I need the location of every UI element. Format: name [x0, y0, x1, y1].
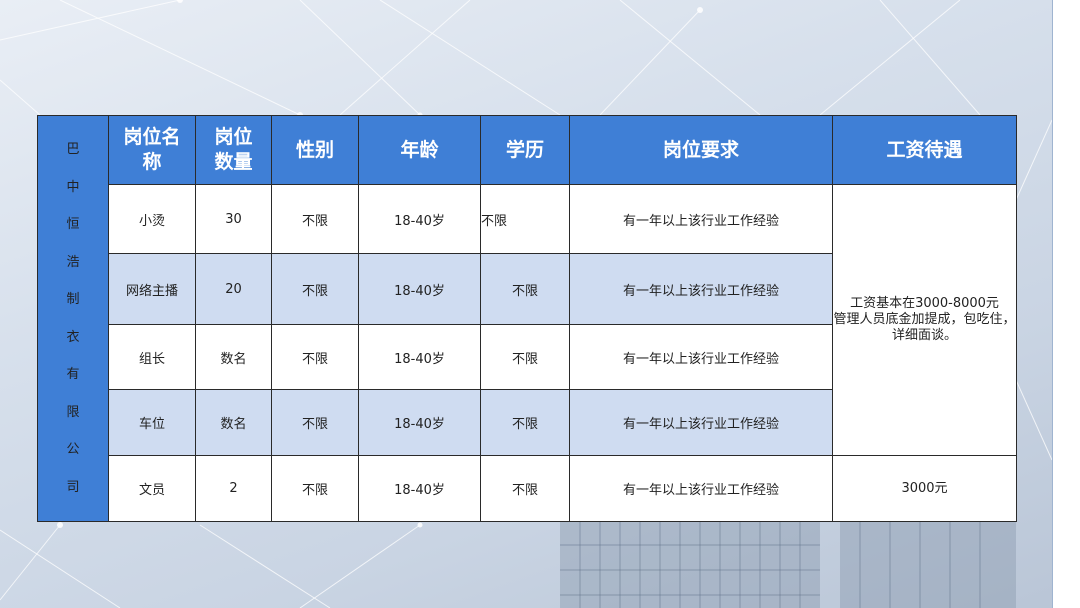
cell-education: 不限 [480, 253, 570, 325]
company-char: 有 [66, 367, 80, 382]
header-quantity-line2: 数量 [214, 151, 253, 173]
cell-requirement: 有一年以上该行业工作经验 [569, 389, 833, 456]
cell-gender: 不限 [271, 455, 359, 522]
cell-education: 不限 [480, 389, 570, 456]
header-gender: 性别 [271, 115, 359, 185]
cell-quantity: 数名 [195, 324, 272, 390]
header-quantity-line1: 岗位 [214, 126, 253, 148]
company-name: 巴 中 恒 浩 制 衣 有 限 公 司 [37, 115, 109, 522]
salary-line: 管理人员底金加提成，包吃住， [833, 312, 1016, 327]
header-age: 年龄 [358, 115, 481, 185]
cell-age: 18-40岁 [358, 455, 481, 522]
header-position-name: 岗位名 称 [108, 115, 196, 185]
header-position-line2: 称 [142, 151, 162, 173]
header-education: 学历 [480, 115, 570, 185]
cell-quantity: 20 [195, 253, 272, 325]
cell-quantity: 30 [195, 184, 272, 254]
cell-position: 车位 [108, 389, 196, 456]
company-char: 限 [66, 404, 80, 420]
cell-age: 18-40岁 [358, 324, 481, 390]
header-salary: 工资待遇 [832, 115, 1017, 185]
cell-position: 小烫 [108, 184, 196, 254]
cell-requirement: 有一年以上该行业工作经验 [569, 253, 833, 325]
company-char: 恒 [66, 217, 80, 232]
company-char: 中 [66, 179, 80, 195]
company-char: 衣 [66, 329, 80, 345]
header-position-line1: 岗位名 [123, 126, 181, 148]
cell-salary-main: 工资基本在3000-8000元 管理人员底金加提成，包吃住， 详细面谈。 [832, 184, 1017, 456]
salary-line: 工资基本在3000-8000元 [850, 296, 999, 311]
header-quantity: 岗位 数量 [195, 115, 272, 185]
cell-education: 不限 [480, 184, 570, 254]
cell-requirement: 有一年以上该行业工作经验 [569, 184, 833, 254]
cell-age: 18-40岁 [358, 389, 481, 456]
right-edge-panel [1052, 0, 1080, 608]
header-requirement: 岗位要求 [569, 115, 833, 185]
cell-gender: 不限 [271, 324, 359, 390]
cell-education: 不限 [480, 455, 570, 522]
job-listing-table: 巴 中 恒 浩 制 衣 有 限 公 司 岗位名 称 岗位 数量 性别 年龄 学历… [37, 115, 1017, 522]
cell-position: 文员 [108, 455, 196, 522]
cell-requirement: 有一年以上该行业工作经验 [569, 324, 833, 390]
cell-age: 18-40岁 [358, 184, 481, 254]
company-char: 浩 [66, 254, 80, 270]
cell-education: 不限 [480, 324, 570, 390]
salary-line: 详细面谈。 [891, 328, 957, 343]
cell-requirement: 有一年以上该行业工作经验 [569, 455, 833, 522]
table-row: 小烫 30 不限 18-40岁 不限 有一年以上该行业工作经验 工资基本在300… [38, 184, 1017, 456]
company-char: 司 [66, 479, 80, 495]
cell-quantity: 2 [195, 455, 272, 522]
cell-position: 网络主播 [108, 253, 196, 325]
cell-age: 18-40岁 [358, 253, 481, 325]
cell-gender: 不限 [271, 253, 359, 325]
header-row: 巴 中 恒 浩 制 衣 有 限 公 司 岗位名 称 岗位 数量 性别 年龄 学历… [37, 115, 1017, 522]
cell-position: 组长 [108, 324, 196, 390]
cell-quantity: 数名 [195, 389, 272, 456]
company-char: 巴 [66, 142, 80, 157]
table-row: 文员 2 不限 18-40岁 不限 有一年以上该行业工作经验 3000元 [38, 455, 1017, 522]
company-char: 公 [66, 442, 80, 457]
company-char: 制 [66, 292, 80, 307]
cell-gender: 不限 [271, 389, 359, 456]
cell-gender: 不限 [271, 184, 359, 254]
cell-salary-clerk: 3000元 [832, 455, 1017, 522]
